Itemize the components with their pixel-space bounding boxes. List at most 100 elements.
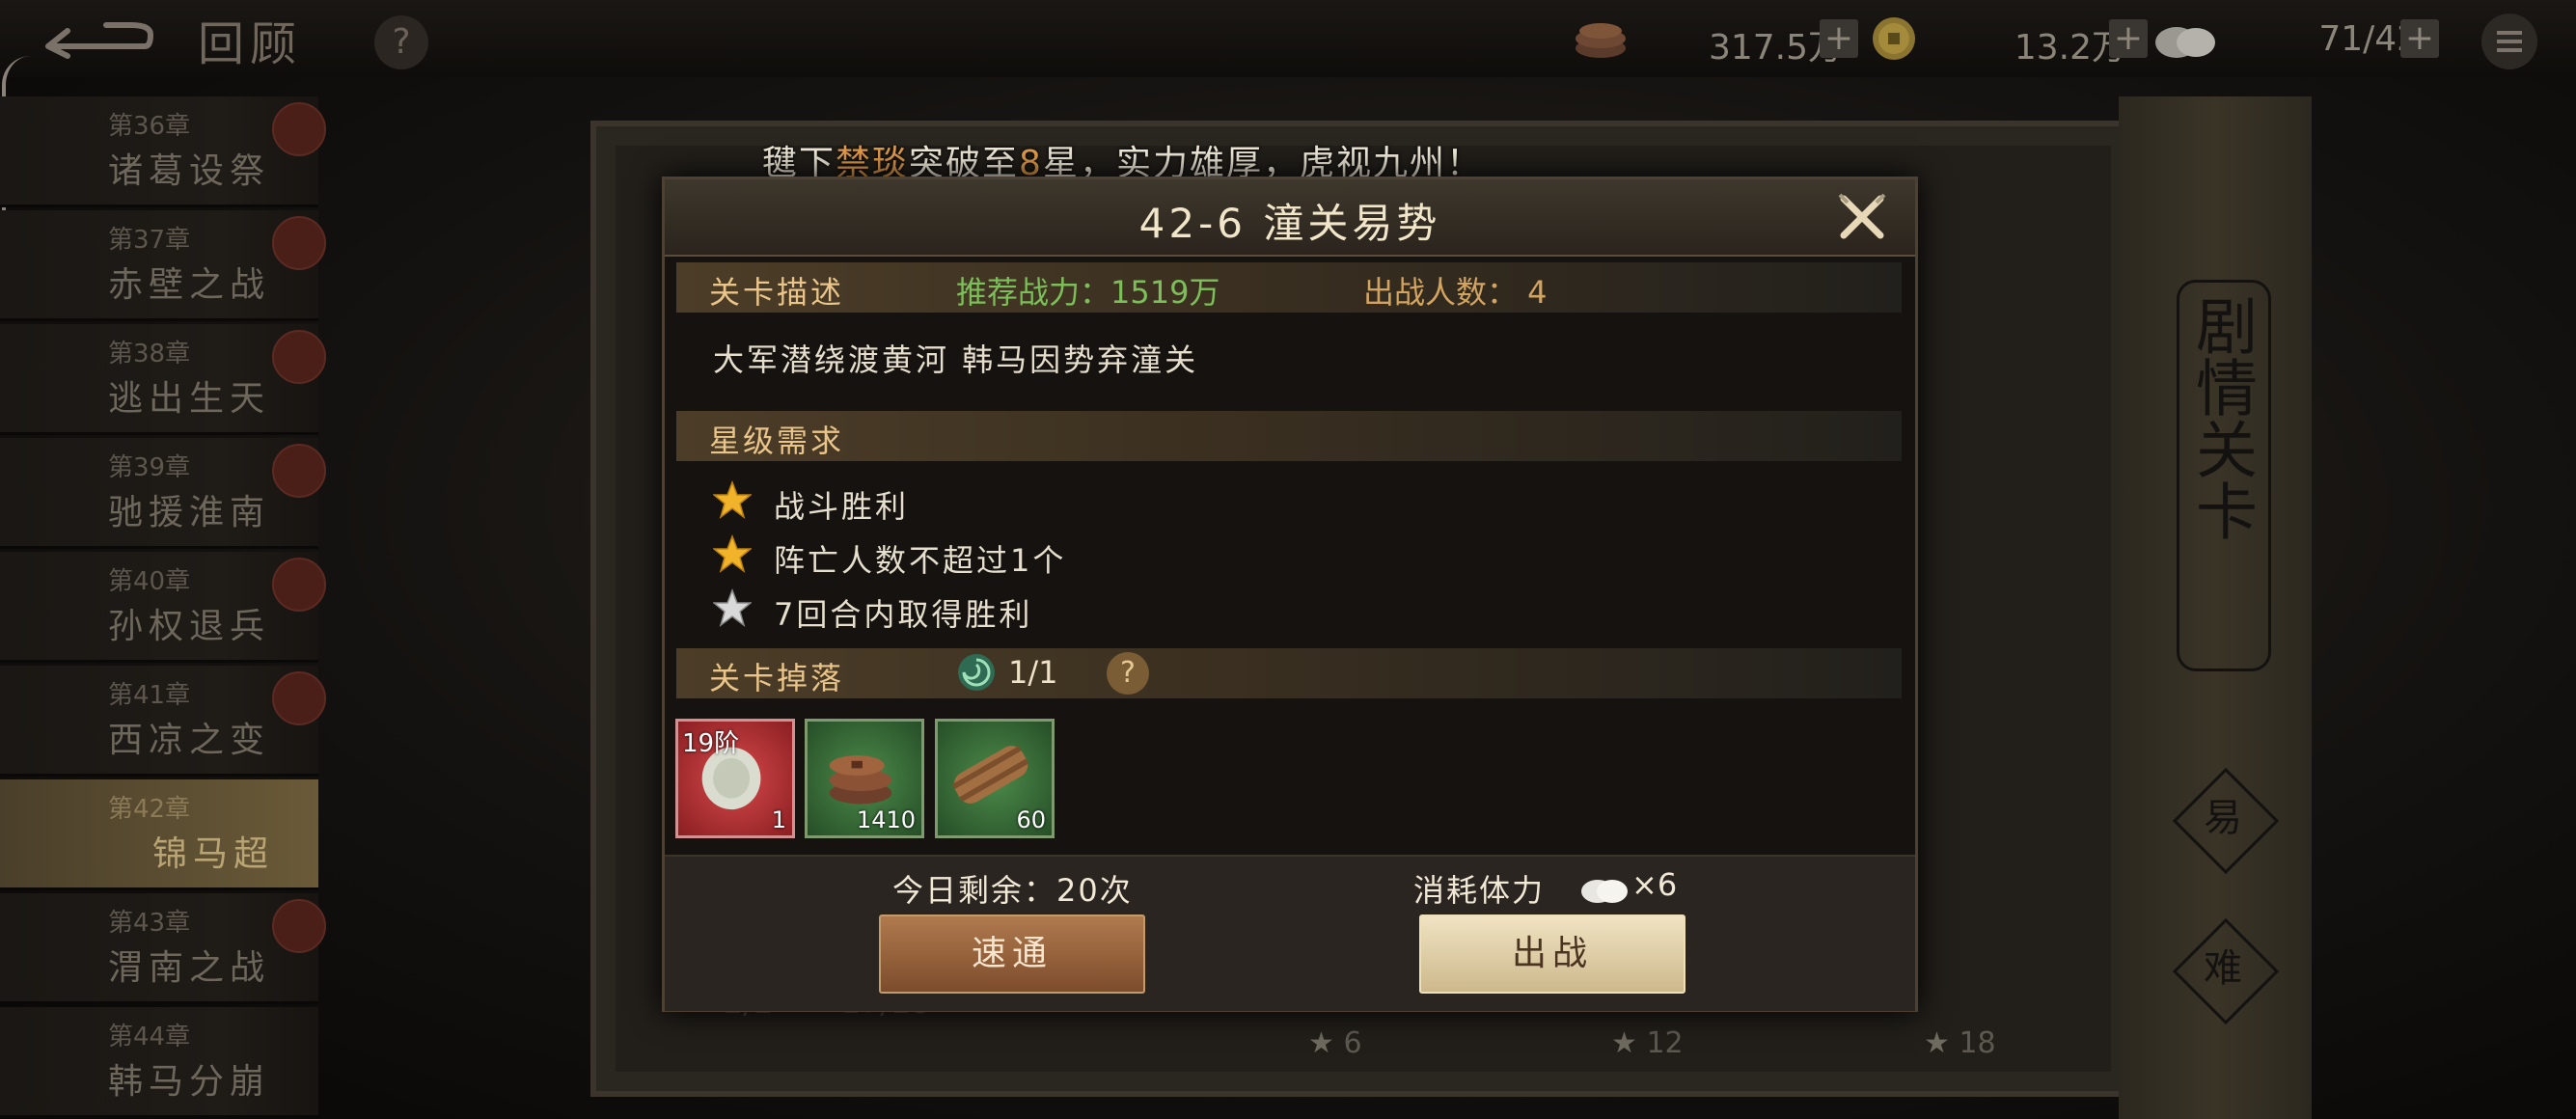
seal-icon	[272, 899, 326, 953]
battle-button[interactable]: 出战	[1419, 914, 1685, 994]
seal-icon	[272, 102, 326, 156]
seal-icon	[272, 330, 326, 384]
copper-value: 317.5万	[1708, 28, 1843, 68]
chapter-item-43[interactable]: 第43章 渭南之战	[0, 893, 326, 1004]
chapter-name: 驰援淮南	[108, 493, 271, 532]
recommended-power: 推荐战力：1519万	[956, 274, 1220, 311]
gold-coin-icon	[1873, 17, 1915, 60]
chapter-item-39[interactable]: 第39章 驰援淮南	[0, 438, 326, 549]
chapter-number: 第44章	[108, 1023, 191, 1051]
chapter-item-42[interactable]: 第42章 锦马超	[0, 779, 318, 890]
gold-value: 13.2万	[2014, 28, 2126, 68]
add-copper-button[interactable]: +	[1820, 19, 1858, 58]
copper-coins-icon	[1576, 23, 1626, 58]
drop-item-jade-token[interactable]: 19阶 1	[675, 719, 795, 838]
chapter-name: 诸葛设祭	[108, 151, 271, 191]
stage-detail-dialog: 42-6 潼关易势 关卡描述 推荐战力：1519万 出战人数： 4 大军潜绕渡黄…	[662, 177, 1918, 1012]
milestone-value: 6	[1343, 1026, 1362, 1060]
stamina-cost-label: 消耗体力	[1413, 872, 1546, 909]
stamina-steamed-bun-icon	[1581, 880, 1628, 903]
chapter-name: 韩马分崩	[108, 1062, 271, 1102]
description-section-header: 关卡描述 推荐战力：1519万 出战人数： 4	[676, 262, 1902, 313]
stage-description: 大军潜绕渡黄河 韩马因势弃潼关	[713, 341, 1199, 378]
help-button[interactable]: ?	[374, 15, 428, 69]
chapter-name: 西凉之变	[108, 721, 271, 760]
drop-item-copper-coins[interactable]: 1410	[805, 719, 924, 838]
gold-star-icon	[713, 480, 752, 519]
chapter-number: 第40章	[108, 567, 191, 596]
deploy-count: 出战人数： 4	[1363, 274, 1548, 311]
chapter-number: 第43章	[108, 909, 191, 938]
chapter-name: 赤壁之战	[108, 265, 271, 305]
grey-star-icon	[713, 588, 752, 627]
milestone-12[interactable]: ★ 12	[1611, 1026, 1684, 1060]
requirement-text: 7回合内取得胜利	[774, 596, 1033, 633]
milestone-18[interactable]: ★ 18	[1924, 1026, 1996, 1060]
requirement-text: 阵亡人数不超过1个	[774, 542, 1067, 579]
star-icon: ★	[1308, 1026, 1334, 1060]
dialog-title: 42-6 潼关易势	[1138, 200, 1441, 247]
chapter-number: 第37章	[108, 226, 191, 255]
close-icon[interactable]	[1830, 185, 1894, 249]
chapter-item-38[interactable]: 第38章 逃出生天	[0, 324, 326, 435]
gold-star-icon	[713, 534, 752, 573]
dialog-footer	[665, 855, 1915, 1011]
chapter-name: 孙权退兵	[108, 607, 271, 646]
menu-icon-line	[2497, 48, 2522, 52]
jade-swirl-icon	[958, 654, 995, 691]
chapter-item-44[interactable]: 第44章 韩马分崩	[0, 1007, 318, 1118]
item-count: 60	[1016, 806, 1046, 833]
requirement-text: 战斗胜利	[774, 488, 910, 525]
stamina-cost-value: ×6	[1631, 866, 1678, 903]
add-gold-button[interactable]: +	[2109, 19, 2148, 58]
seal-icon	[272, 216, 326, 270]
drop-item-bamboo-scroll[interactable]: 60	[935, 719, 1055, 838]
stamina-steamed-bun-icon	[2155, 27, 2215, 58]
star-icon: ★	[1924, 1026, 1950, 1060]
chapter-list: 第36章 诸葛设祭 第37章 赤壁之战 第38章 逃出生天 第39章 驰援淮南 …	[0, 96, 326, 1119]
menu-button[interactable]	[2481, 14, 2537, 69]
difficulty-easy-label: 易	[2204, 796, 2242, 840]
star-requirement-header: 星级需求	[676, 411, 1902, 461]
remaining-attempts: 今日剩余：20次	[892, 872, 1133, 909]
back-arrow-icon	[45, 22, 154, 59]
chapter-name: 渭南之战	[108, 948, 271, 988]
sweep-button[interactable]: 速通	[879, 914, 1145, 994]
milestone-6[interactable]: ★ 6	[1308, 1026, 1362, 1060]
chapter-number: 第39章	[108, 453, 191, 482]
milestone-value: 18	[1959, 1026, 1996, 1060]
star-icon: ★	[1611, 1026, 1637, 1060]
item-tier: 19阶	[682, 729, 740, 758]
page-title: 回顾	[198, 17, 303, 71]
drop-section-header: 关卡掉落 1/1 ?	[676, 648, 1902, 698]
drop-help-button[interactable]: ?	[1107, 652, 1149, 695]
add-stamina-button[interactable]: +	[2400, 19, 2439, 58]
chapter-item-36[interactable]: 第36章 诸葛设祭	[0, 96, 326, 207]
section-label: 关卡描述	[709, 274, 845, 311]
chapter-number: 第42章	[108, 795, 191, 824]
scroll-title: 剧情关卡	[2185, 294, 2257, 541]
drop-count: 1/1	[1008, 654, 1058, 691]
chapter-item-40[interactable]: 第40章 孙权退兵	[0, 552, 326, 663]
milestone-value: 12	[1646, 1026, 1684, 1060]
menu-icon-line	[2497, 40, 2522, 43]
item-count: 1	[771, 806, 786, 833]
chapter-item-37[interactable]: 第37章 赤壁之战	[0, 210, 326, 321]
item-count: 1410	[856, 806, 916, 833]
chapter-number: 第36章	[108, 112, 191, 141]
menu-icon	[2497, 31, 2522, 35]
stamina-resource: 71/420 +	[2151, 15, 2480, 62]
seal-icon	[272, 671, 326, 725]
chapter-name: 锦马超	[152, 834, 275, 874]
difficulty-hard-label: 难	[2204, 946, 2242, 991]
chapter-name: 逃出生天	[108, 379, 271, 419]
chapter-number: 第41章	[108, 681, 191, 710]
back-button[interactable]	[39, 17, 154, 60]
dialog-header: 42-6 潼关易势	[665, 179, 1915, 257]
section-label: 星级需求	[709, 423, 845, 459]
story-stage-scroll: 剧情关卡 易 难	[2119, 96, 2312, 1119]
chapter-item-41[interactable]: 第41章 西凉之变	[0, 666, 326, 777]
section-label: 关卡掉落	[709, 660, 845, 696]
seal-icon	[272, 444, 326, 498]
top-bar: 回顾 ? 317.5万 + 13.2万 + 71/420 +	[0, 0, 2576, 77]
